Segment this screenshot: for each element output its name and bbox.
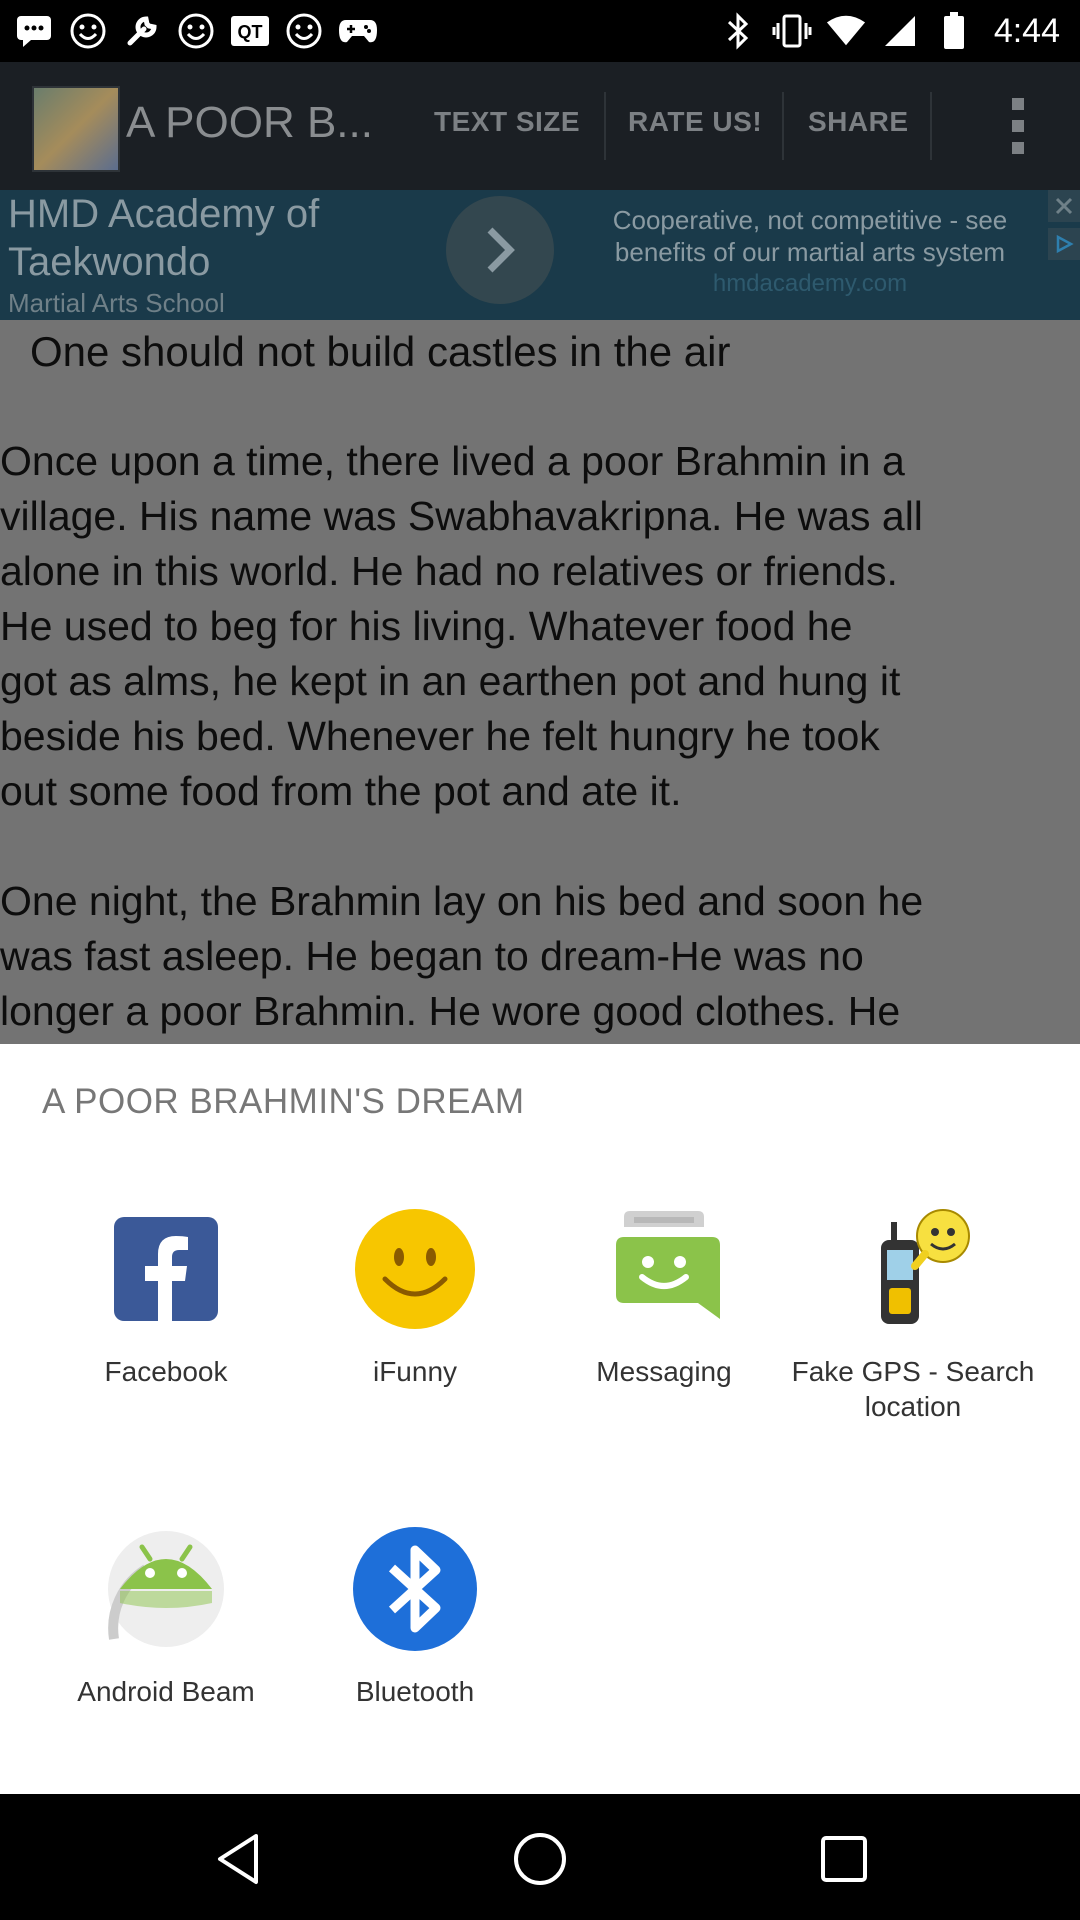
wifi-icon: [826, 11, 866, 51]
more-vert-icon[interactable]: [1008, 98, 1028, 154]
ad-tagline: Cooperative, not competitive - see benef…: [612, 205, 1008, 267]
story-line: was fast asleep. He began to dream-He wa…: [0, 933, 864, 979]
story-line: Once upon a time, there lived a poor Bra…: [0, 438, 905, 484]
story-title: One should not build castles in the air: [30, 328, 731, 375]
ad-title-line2: Taekwondo: [8, 240, 211, 284]
story-line: out some food from the pot and ate it.: [0, 768, 682, 814]
divider: [930, 92, 932, 160]
facebook-icon: [103, 1206, 229, 1332]
share-target-label: iFunny: [372, 1356, 458, 1387]
share-button[interactable]: SHARE: [808, 106, 909, 138]
share-sheet-title: A POOR BRAHMIN'S DREAM: [42, 1082, 525, 1121]
share-target-label: Messaging: [596, 1356, 732, 1387]
app-bar: A POOR B... TEXT SIZE RATE US! SHARE: [0, 62, 1080, 190]
story-line: village. His name was Swabhavakripna. He…: [0, 493, 923, 539]
back-icon[interactable]: [208, 1829, 268, 1889]
share-target-bluetooth[interactable]: Bluetooth: [290, 1526, 540, 1709]
text-size-button[interactable]: TEXT SIZE: [434, 106, 580, 138]
divider: [782, 92, 784, 160]
clock: 4:44: [993, 11, 1060, 50]
divider: [604, 92, 606, 160]
ad-choices-icon[interactable]: [1048, 228, 1080, 260]
smiley-icon: [284, 11, 324, 51]
story-content: One should not build castles in the air …: [0, 320, 1080, 1044]
ad-banner[interactable]: HMD Academy of Taekwondo Martial Arts Sc…: [0, 190, 1080, 320]
smiley-icon: [176, 11, 216, 51]
qt-icon: QT: [230, 11, 270, 51]
share-target-fake-gps[interactable]: Fake GPS - Search location: [788, 1206, 1038, 1424]
share-target-label: Fake GPS - Search location: [791, 1356, 1035, 1422]
share-target-messaging[interactable]: Messaging: [539, 1206, 789, 1389]
ad-url: hmdacademy.com: [712, 270, 908, 297]
share-target-label: Facebook: [104, 1356, 228, 1387]
story-line: One night, the Brahmin lay on his bed an…: [0, 878, 924, 924]
navigation-bar: [0, 1794, 1080, 1920]
app-title: A POOR B...: [126, 98, 373, 147]
status-bar: QT 4:44: [0, 0, 1080, 62]
home-icon[interactable]: [510, 1829, 570, 1889]
story-line: He used to beg for his living. Whatever …: [0, 603, 853, 649]
share-target-ifunny[interactable]: iFunny: [290, 1206, 540, 1389]
chevron-right-icon[interactable]: [446, 196, 554, 304]
ad-title-line1: HMD Academy of: [8, 192, 320, 236]
smiley-icon: [68, 11, 108, 51]
rate-us-button[interactable]: RATE US!: [628, 106, 762, 138]
story-line: got as alms, he kept in an earthen pot a…: [0, 658, 901, 704]
share-target-android-beam[interactable]: Android Beam: [41, 1526, 291, 1709]
battery-icon: [934, 11, 974, 51]
message-icon: [14, 11, 54, 51]
fake-gps-icon: [850, 1206, 976, 1332]
bluetooth-icon: [718, 11, 758, 51]
story-line: longer a poor Brahmin. He wore good clot…: [0, 988, 901, 1034]
share-sheet: A POOR BRAHMIN'S DREAM Facebook iFunny M…: [0, 1044, 1080, 1794]
share-target-facebook[interactable]: Facebook: [41, 1206, 291, 1389]
signal-icon: [880, 11, 920, 51]
ifunny-icon: [352, 1206, 478, 1332]
vibrate-icon: [772, 11, 812, 51]
bluetooth-icon: [352, 1526, 478, 1652]
game-controller-icon: [338, 11, 378, 51]
story-line: alone in this world. He had no relatives…: [0, 548, 898, 594]
android-beam-icon: [103, 1526, 229, 1652]
messaging-icon: [601, 1206, 727, 1332]
app-thumbnail: [32, 86, 120, 172]
wrench-icon: [122, 11, 162, 51]
share-target-label: Android Beam: [77, 1676, 255, 1707]
story-line: beside his bed. Whenever he felt hungry …: [0, 713, 880, 759]
ad-subtitle: Martial Arts School: [8, 288, 225, 318]
close-icon[interactable]: [1048, 190, 1080, 222]
share-target-label: Bluetooth: [355, 1676, 475, 1707]
recents-icon[interactable]: [814, 1829, 874, 1889]
svg-text:QT: QT: [238, 22, 263, 42]
